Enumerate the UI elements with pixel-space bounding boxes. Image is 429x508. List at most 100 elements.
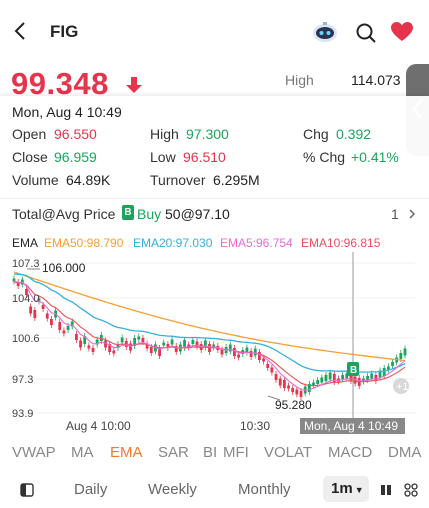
candle-body: [162, 342, 166, 346]
svg-text:B: B: [350, 365, 357, 376]
crosshair-time-label: Mon, Aug 4 10:49: [304, 419, 398, 433]
x-tick: 10:30: [240, 419, 270, 433]
high-label: High: [285, 72, 314, 88]
candle-body: [324, 375, 328, 381]
popup-datetime: Mon, Aug 4 10:49: [12, 104, 122, 120]
period-1m-label: 1m: [331, 480, 353, 497]
candle-body: [249, 351, 253, 357]
candle-body: [74, 334, 78, 340]
period-1m-dropdown[interactable]: 1m ▼: [323, 476, 369, 502]
candle-body: [328, 372, 332, 380]
candle-body: [391, 362, 394, 366]
x-tick: Aug 4 10:00: [66, 419, 131, 433]
search-icon[interactable]: [355, 22, 377, 44]
buy-marker: B: [347, 362, 359, 376]
tab-bi[interactable]: BI: [203, 444, 216, 461]
tab-volat[interactable]: VOLAT: [264, 444, 312, 461]
candle-body: [87, 345, 91, 349]
favorite-heart-icon[interactable]: [390, 21, 414, 43]
indicator-tabs: VWAP MA EMA SAR BI MFI VOLAT MACD DMA: [0, 444, 429, 464]
candle-body: [149, 347, 153, 353]
candle-body: [316, 380, 320, 384]
back-arrow-icon[interactable]: [12, 20, 28, 42]
tab-dma[interactable]: DMA: [388, 444, 421, 461]
candle-body: [62, 330, 66, 334]
y-tick: 93.9: [12, 408, 33, 420]
candle-body: [233, 348, 236, 356]
dropdown-caret-icon: ▼: [354, 485, 364, 495]
period-monthly[interactable]: Monthly: [238, 481, 291, 498]
candle-body: [66, 326, 70, 330]
price-chart[interactable]: 107.3 104.0 100.6 97.3 93.9 106.000 95.2…: [0, 252, 429, 434]
volume-value: 64.89K: [66, 172, 111, 188]
position-count[interactable]: 1: [391, 206, 399, 222]
grid-settings-icon[interactable]: [404, 483, 418, 497]
candle-body: [386, 366, 390, 370]
tab-ema[interactable]: EMA: [110, 444, 143, 461]
y-tick: 107.3: [12, 258, 40, 270]
min-annotation: 95.280: [275, 398, 312, 412]
tab-vwap[interactable]: VWAP: [12, 444, 56, 461]
candle-body: [274, 374, 278, 380]
candle-body: [79, 340, 82, 348]
position-detail: 50@97.10: [165, 206, 230, 222]
candle-body: [341, 375, 345, 379]
pchg-label: % Chg: [303, 149, 346, 165]
candle-body: [287, 385, 290, 389]
robot-assistant-icon[interactable]: [312, 20, 338, 44]
low-value: 96.510: [183, 149, 226, 165]
candle-body: [295, 389, 299, 395]
candle-body: [41, 305, 45, 309]
avg-price-label: Total@Avg Price: [12, 206, 116, 222]
tab-macd[interactable]: MACD: [328, 444, 372, 461]
candle-body: [191, 340, 195, 344]
candle-style-icon[interactable]: [380, 483, 392, 497]
candle-body: [278, 378, 282, 386]
candle-body: [282, 380, 286, 388]
y-tick: 100.6: [12, 333, 40, 345]
ema50-legend: EMA50:98.790: [44, 236, 124, 250]
turnover-label: Turnover: [150, 172, 206, 188]
chg-label: Chg: [303, 126, 329, 142]
divider: [0, 198, 429, 199]
candle-body: [137, 336, 141, 340]
candle-body: [237, 354, 241, 358]
candle-body: [91, 348, 95, 352]
candle-body: [370, 373, 374, 379]
max-annotation: 106.000: [42, 261, 86, 275]
candle-body: [220, 349, 224, 355]
period-daily[interactable]: Daily: [74, 481, 107, 498]
layout-toggle-icon[interactable]: [20, 483, 34, 497]
candle-body: [403, 348, 407, 356]
candle-body: [299, 391, 303, 397]
y-tick: 97.3: [12, 374, 33, 386]
tab-mfi[interactable]: MFI: [223, 444, 249, 461]
ema10-legend: EMA10:96.815: [301, 236, 381, 250]
tab-ma[interactable]: MA: [71, 444, 94, 461]
low-label: Low: [150, 149, 176, 165]
candle-body: [141, 338, 145, 342]
candle-body: [33, 310, 37, 318]
candle-body: [270, 367, 274, 373]
volume-label: Volume: [12, 172, 59, 188]
open-label: Open: [12, 126, 47, 142]
ema5-legend: EMA5:96.754: [220, 236, 293, 250]
candle-body: [58, 322, 62, 330]
candle-body: [50, 319, 53, 325]
candle-body: [253, 348, 257, 356]
top-bar: FIG: [0, 0, 429, 62]
tab-sar[interactable]: SAR: [158, 444, 189, 461]
candle-body: [266, 364, 270, 368]
plus-text: +1: [396, 381, 409, 393]
close-value: 96.959: [54, 149, 97, 165]
ema20-legend: EMA20:97.030: [133, 236, 213, 250]
candle-body: [112, 350, 116, 354]
chevron-right-icon[interactable]: [408, 209, 416, 219]
turnover-value: 6.295M: [213, 172, 260, 188]
period-weekly[interactable]: Weekly: [148, 481, 197, 498]
candle-body: [45, 313, 49, 319]
open-value: 96.550: [54, 126, 97, 142]
popup-high-label: High: [150, 126, 179, 142]
candle-body: [312, 382, 315, 386]
candle-body: [382, 368, 386, 376]
